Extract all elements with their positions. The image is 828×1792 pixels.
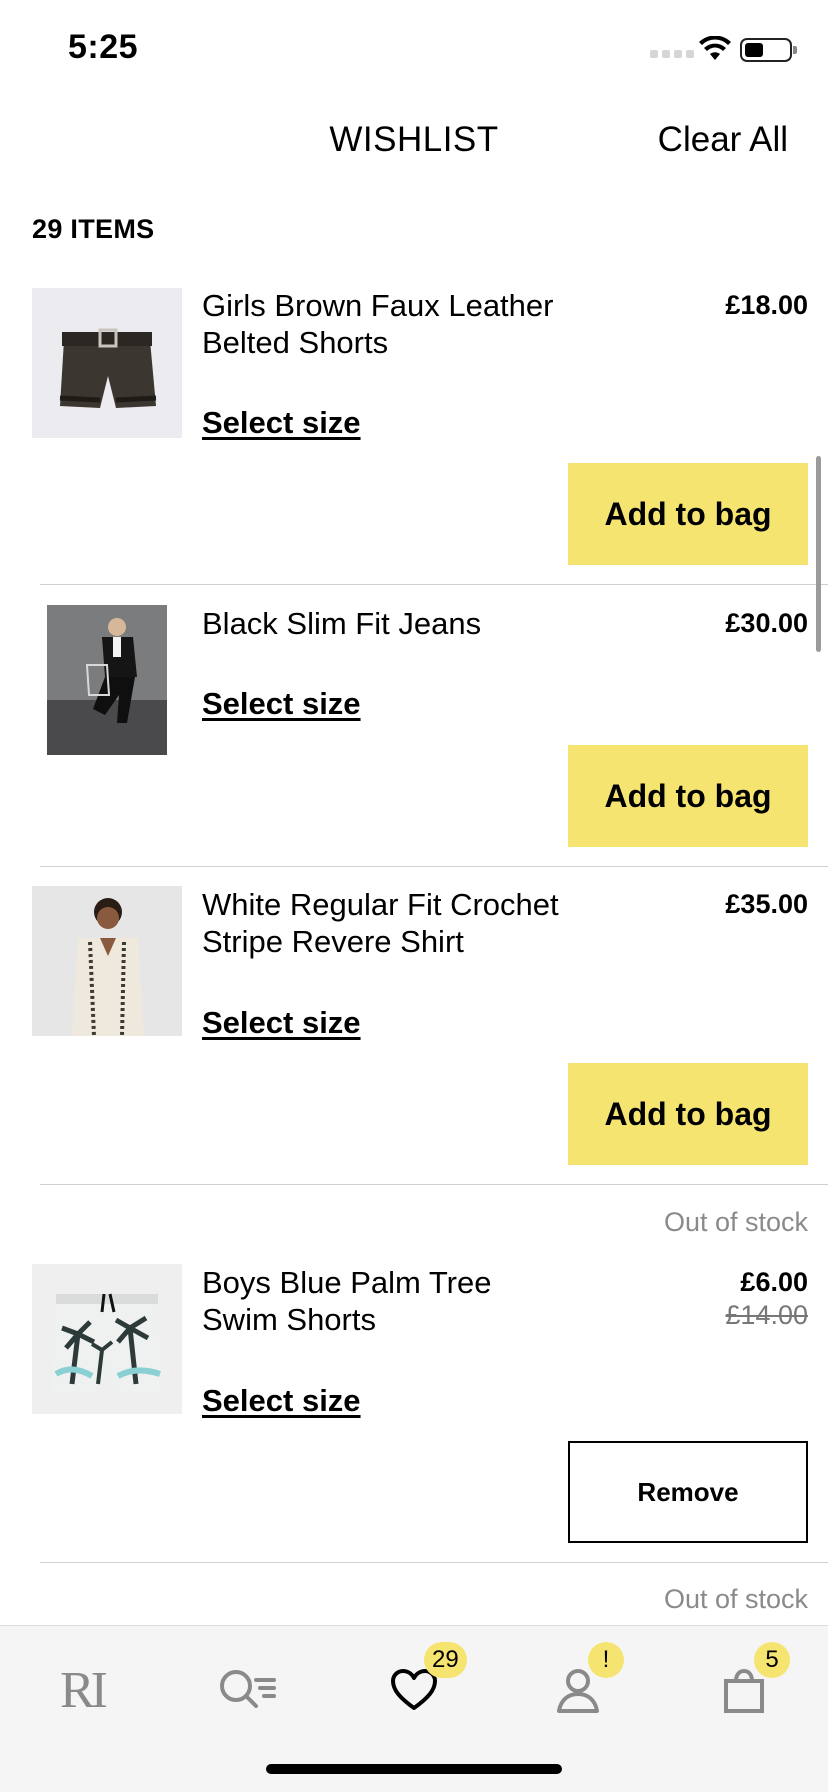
header: WISHLIST Clear All [0,100,828,180]
tab-account[interactable]: ! [538,1642,624,1730]
divider [40,866,828,867]
swim-shorts-image [32,1264,182,1414]
remove-button[interactable]: Remove [568,1441,808,1543]
select-size-link[interactable]: Select size [202,1383,361,1419]
product-price: £30.00 [725,608,808,638]
product-price: £18.00 [725,290,808,320]
select-size-link[interactable]: Select size [202,405,361,441]
out-of-stock-label: Out of stock [663,1207,808,1237]
tab-home[interactable]: RI [42,1650,122,1730]
status-bar: 5:25 [0,0,828,100]
wifi-icon [699,36,731,60]
select-size-link[interactable]: Select size [202,1005,361,1041]
status-time: 5:25 [68,28,139,66]
search-icon [220,1670,276,1708]
jeans-model-image [47,605,167,755]
shorts-image [32,288,182,438]
product-name[interactable]: Boys Blue Palm Tree Swim Shorts [202,1264,542,1338]
divider [40,1562,828,1563]
bag-count-badge: 5 [754,1642,790,1678]
clear-all-button[interactable]: Clear All [658,120,788,160]
product-name[interactable]: Black Slim Fit Jeans [202,605,602,642]
product-image[interactable] [32,1264,182,1414]
product-name[interactable]: White Regular Fit Crochet Stripe Revere … [202,886,602,960]
home-indicator [266,1764,562,1774]
add-to-bag-button[interactable]: Add to bag [568,745,808,847]
battery-icon [740,38,797,62]
select-size-link[interactable]: Select size [202,686,361,722]
divider [40,584,828,585]
product-image[interactable] [32,288,182,438]
add-to-bag-button[interactable]: Add to bag [568,1063,808,1165]
items-count: 29 ITEMS [32,214,155,244]
product-name[interactable]: Girls Brown Faux Leather Belted Shorts [202,287,602,361]
product-price: £35.00 [725,889,808,919]
product-price: £6.00 [740,1267,808,1297]
product-image[interactable] [32,886,182,1036]
wishlist-badge: 29 [424,1642,467,1678]
brand-logo: RI [60,1661,108,1719]
shirt-model-image [32,886,182,1036]
tab-search[interactable] [208,1650,288,1730]
divider [40,1184,828,1185]
add-to-bag-button[interactable]: Add to bag [568,463,808,565]
cellular-signal-icon [650,50,694,58]
tab-bag[interactable]: 5 [704,1642,790,1730]
scrollbar[interactable] [816,456,821,652]
original-price: £14.00 [725,1300,808,1330]
out-of-stock-label: Out of stock [663,1584,808,1614]
account-alert-badge: ! [588,1642,624,1678]
tab-wishlist[interactable]: 29 [374,1642,467,1730]
product-image[interactable] [47,605,167,755]
